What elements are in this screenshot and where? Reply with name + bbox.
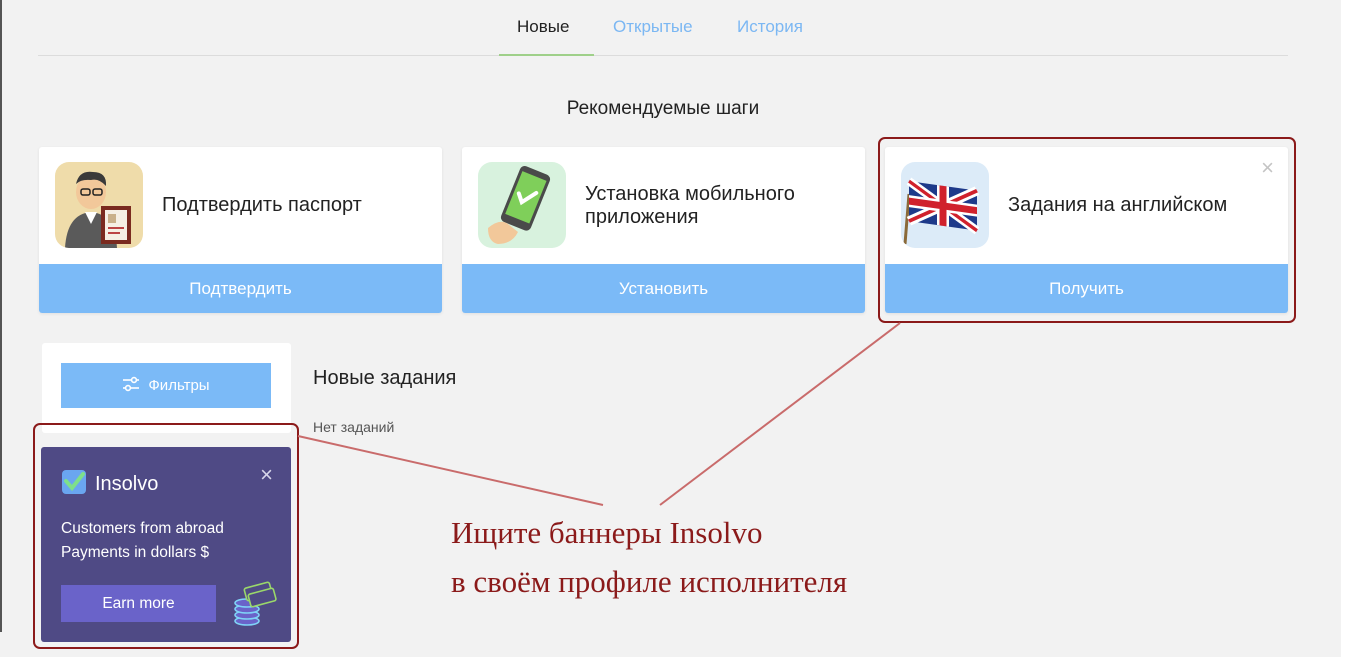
annotation-highlight-banner [33,423,299,649]
sliders-icon [122,376,140,396]
passport-person-icon [55,162,143,248]
annotation-line-2: в своём профиле исполнителя [451,564,848,599]
confirm-passport-button[interactable]: Подтвердить [39,264,442,313]
step-card-text: Подтвердить паспорт [162,194,362,216]
annotation-line-1: Ищите баннеры Insolvo [451,515,763,550]
tab-new[interactable]: Новые [517,17,569,37]
step-card-text: Установка мобильного приложения [585,182,795,228]
right-border [1341,0,1346,657]
filter-panel: Фильтры [42,343,291,433]
active-tab-indicator [499,54,594,56]
tab-history[interactable]: История [737,17,803,37]
filters-button[interactable]: Фильтры [61,363,271,408]
step-card-passport: Подтвердить паспорт Подтвердить [39,147,442,313]
install-app-button[interactable]: Установить [462,264,865,313]
filters-button-label: Фильтры [148,377,210,394]
left-border [0,0,2,632]
no-tasks-text: Нет заданий [313,419,395,435]
mobile-phone-check-icon [478,162,566,248]
tab-bar: Новые Открытые История [38,0,1288,56]
annotation-highlight-card [878,137,1296,323]
recommended-steps-title: Рекомендуемые шаги [566,98,760,119]
tab-open[interactable]: Открытые [613,17,693,37]
new-tasks-title: Новые задания [313,367,457,389]
step-card-mobile-app: Установка мобильного приложения Установи… [462,147,865,313]
